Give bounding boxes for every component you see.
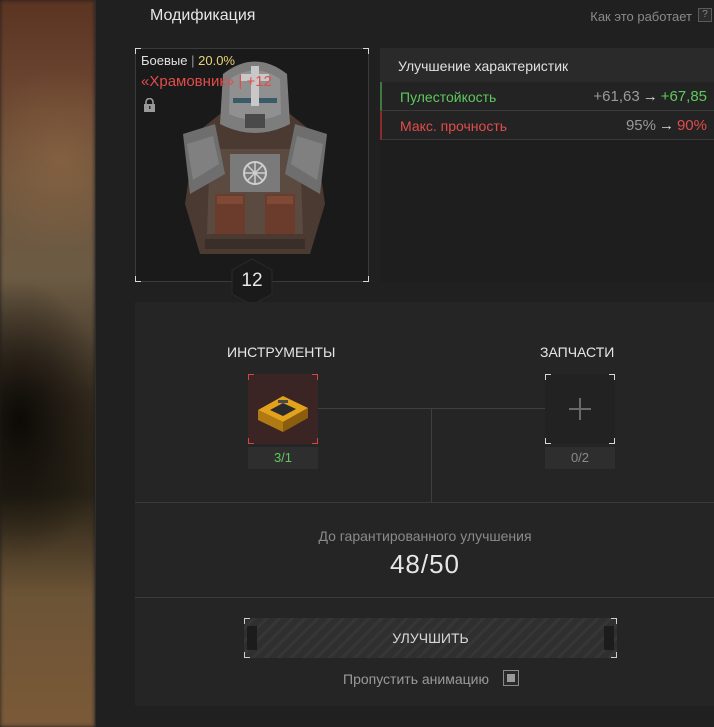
modification-panel: Модификация Как это работает ? Боевые | … bbox=[95, 0, 714, 727]
item-percent: 20.0% bbox=[198, 53, 235, 68]
tools-count: 3/1 bbox=[248, 447, 318, 469]
divider bbox=[135, 597, 714, 598]
game-background bbox=[0, 0, 95, 727]
stat-values: +61,63 → +67,85 bbox=[593, 88, 707, 105]
tools-slot[interactable] bbox=[248, 374, 318, 444]
slot-corner bbox=[312, 374, 318, 380]
plus-icon bbox=[569, 398, 591, 420]
arrow-right-icon: → bbox=[658, 117, 674, 134]
slot-corner bbox=[248, 438, 254, 444]
stat-name: Макс. прочность bbox=[400, 118, 508, 134]
card-border bbox=[141, 48, 363, 49]
stat-new-value: 90% bbox=[676, 117, 707, 134]
page-title: Модификация bbox=[150, 7, 256, 24]
stats-panel: Улучшение характеристик Пулестойкость +6… bbox=[380, 48, 714, 282]
slot-corner bbox=[609, 374, 615, 380]
checkbox-check bbox=[507, 674, 515, 682]
slot-corner bbox=[545, 374, 551, 380]
divider bbox=[135, 502, 714, 503]
button-corner bbox=[611, 618, 617, 624]
card-border bbox=[368, 54, 369, 276]
button-corner bbox=[611, 652, 617, 658]
stat-row-max-durability: Макс. прочность 95% → 90% bbox=[380, 111, 714, 140]
slot-corner bbox=[545, 438, 551, 444]
skip-animation-checkbox[interactable] bbox=[503, 670, 519, 686]
stat-values: 95% → 90% bbox=[626, 117, 707, 134]
level-badge: 12 bbox=[231, 258, 273, 306]
stats-title: Улучшение характеристик bbox=[380, 48, 714, 82]
skip-animation-label: Пропустить анимацию bbox=[343, 671, 489, 687]
upgrade-section: ИНСТРУМЕНТЫ 3/1 ЗАПЧАСТИ 0/2 До гарантир… bbox=[135, 302, 714, 706]
card-corner bbox=[363, 48, 369, 54]
stat-new-value: +67,85 bbox=[660, 88, 707, 105]
how-it-works-link[interactable]: Как это работает bbox=[590, 9, 692, 24]
card-corner bbox=[135, 276, 141, 282]
arrow-right-icon: → bbox=[642, 88, 658, 105]
guarantee-label: До гарантированного улучшения bbox=[318, 528, 532, 544]
connector-line bbox=[431, 408, 432, 502]
card-corner bbox=[363, 276, 369, 282]
guarantee-value: 48/50 bbox=[389, 549, 461, 579]
item-category: Боевые | 20.0% bbox=[141, 53, 235, 68]
stat-name: Пулестойкость bbox=[400, 89, 497, 105]
toolbox-icon bbox=[258, 396, 308, 432]
card-border bbox=[135, 54, 136, 276]
button-corner bbox=[244, 618, 250, 624]
upgrade-button-label: УЛУЧШИТЬ bbox=[392, 630, 469, 646]
parts-count: 0/2 bbox=[545, 447, 615, 469]
slot-corner bbox=[248, 374, 254, 380]
upgrade-button[interactable]: УЛУЧШИТЬ bbox=[244, 618, 617, 658]
slot-corner bbox=[312, 438, 318, 444]
stat-old-value: +61,63 bbox=[593, 88, 640, 105]
stat-old-value: 95% bbox=[625, 117, 656, 134]
stat-row-bullet-resistance: Пулестойкость +61,63 → +67,85 bbox=[380, 82, 714, 111]
item-name: «Храмовник» | +12 bbox=[141, 73, 272, 90]
button-cap bbox=[604, 626, 614, 650]
tools-title: ИНСТРУМЕНТЫ bbox=[227, 344, 336, 360]
item-level: 12 bbox=[241, 270, 263, 291]
item-category-name: Боевые bbox=[141, 53, 188, 68]
parts-slot[interactable] bbox=[545, 374, 615, 444]
lock-icon bbox=[144, 98, 155, 112]
button-cap bbox=[247, 626, 257, 650]
button-corner bbox=[244, 652, 250, 658]
parts-title: ЗАПЧАСТИ bbox=[540, 344, 615, 360]
slot-corner bbox=[609, 438, 615, 444]
help-icon[interactable]: ? bbox=[698, 8, 712, 22]
item-card[interactable]: Боевые | 20.0% «Храмовник» | +12 12 bbox=[135, 48, 369, 306]
item-separator: | bbox=[191, 53, 195, 68]
